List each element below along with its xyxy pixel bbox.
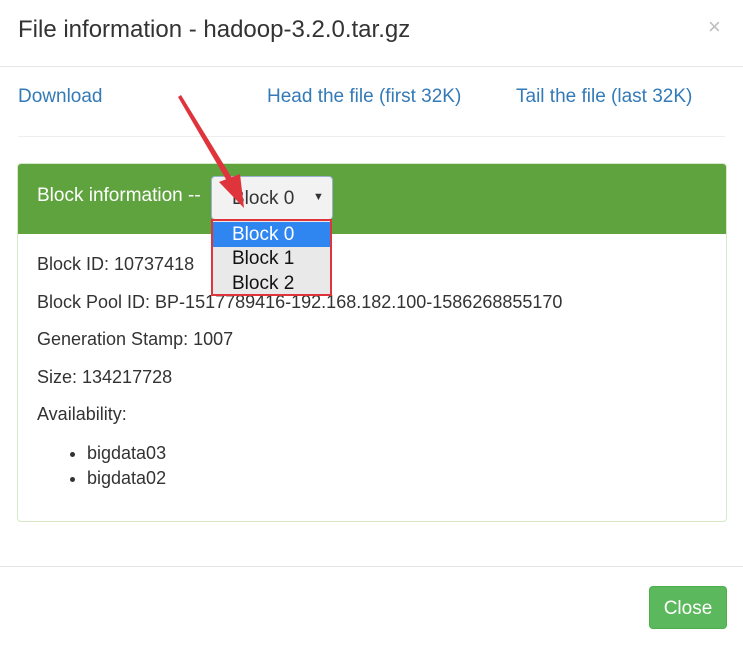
option-block-2[interactable]: Block 2 [213, 271, 330, 296]
generation-stamp: Generation Stamp: 1007 [37, 329, 234, 349]
dialog-title: File information - hadoop-3.2.0.tar.gz [18, 16, 411, 43]
dialog-header: File information - hadoop-3.2.0.tar.gz × [0, 0, 743, 67]
close-button[interactable]: Close [649, 586, 727, 629]
block-information-panel: Block information -- Block 0 ▼ Block ID:… [17, 163, 727, 522]
list-item: bigdata03 [87, 441, 166, 466]
block-select-value: Block 0 [232, 188, 295, 209]
file-information-dialog: File information - hadoop-3.2.0.tar.gz ×… [0, 0, 743, 647]
head-file-link[interactable]: Head the file (first 32K) [267, 86, 461, 108]
download-link[interactable]: Download [18, 86, 103, 108]
divider [18, 136, 725, 137]
block-size: Size: 134217728 [37, 367, 173, 387]
close-icon[interactable]: × [708, 16, 721, 38]
block-options-dropdown: Block 0 Block 1 Block 2 [211, 219, 332, 296]
availability-label: Availability: [37, 404, 127, 424]
option-block-1[interactable]: Block 1 [213, 246, 330, 271]
block-select[interactable]: Block 0 ▼ [211, 176, 333, 220]
file-actions: Download Head the file (first 32K) Tail … [0, 86, 743, 112]
tail-file-link[interactable]: Tail the file (last 32K) [516, 86, 692, 108]
option-block-0[interactable]: Block 0 [213, 222, 330, 247]
list-item: bigdata02 [87, 466, 166, 491]
availability-list: bigdata03 bigdata02 [67, 441, 166, 491]
caret-down-icon: ▼ [313, 191, 324, 203]
panel-heading-label: Block information -- [37, 185, 201, 206]
panel-heading: Block information -- Block 0 ▼ [18, 164, 726, 234]
block-id: Block ID: 10737418 [37, 254, 195, 274]
footer-divider [0, 566, 743, 567]
